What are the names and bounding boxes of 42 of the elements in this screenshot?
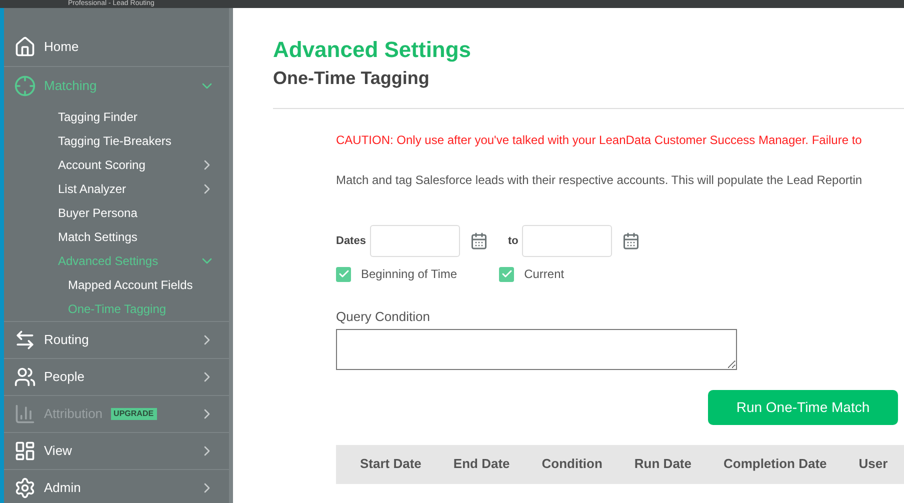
page-subtitle: One-Time Tagging	[273, 67, 430, 90]
sidebar-item[interactable]: View	[4, 433, 229, 469]
end-date-field[interactable]	[522, 225, 612, 257]
upgrade-badge: UPGRADE	[110, 408, 157, 420]
submenu-item[interactable]: Buyer Persona	[4, 201, 229, 225]
crosshair-icon	[14, 75, 36, 97]
column-header[interactable]: End Date	[453, 454, 510, 474]
column-header[interactable]: Condition	[542, 454, 602, 474]
settings-icon	[14, 477, 36, 499]
submenu-item[interactable]: Match Settings	[4, 225, 229, 249]
calendar-icon[interactable]	[470, 232, 488, 250]
sidebar-item[interactable]: Routing	[4, 322, 229, 358]
calendar-icon[interactable]	[622, 232, 640, 250]
layout-icon	[14, 440, 36, 462]
query-label: Query Condition	[336, 308, 431, 326]
checkbox-label: Beginning of Time	[361, 266, 458, 283]
checkbox[interactable]	[336, 266, 351, 282]
to-label: to	[508, 234, 518, 249]
query-field[interactable]	[336, 328, 737, 370]
description-text: Match and tag Salesforce leads with their respective accounts. This will populate the Lead Reportin	[336, 172, 864, 189]
column-header[interactable]: Run Date	[634, 454, 692, 474]
dates-label: Dates	[336, 234, 366, 249]
submenu-item[interactable]: List Analyzer	[4, 177, 229, 201]
page-title: Advanced Settings	[273, 36, 472, 64]
sidebar-item[interactable]: Home	[4, 28, 229, 66]
caution-text: CAUTION: Only use after you've talked with your LeanData Customer Success Manager. Failure to	[336, 132, 863, 149]
column-header[interactable]: Start Date	[360, 454, 422, 474]
home-icon	[14, 36, 36, 58]
column-header[interactable]: Completion Date	[723, 454, 827, 474]
submenu-item[interactable]: Tagging Finder	[4, 105, 229, 129]
checkbox[interactable]	[499, 266, 514, 282]
submenu-item[interactable]: Mapped Account Fields	[4, 273, 229, 297]
submenu-item[interactable]: Account Scoring	[4, 153, 229, 177]
people-icon	[14, 366, 36, 388]
checkbox-label: Current	[524, 266, 564, 283]
sidebar-item[interactable]: Admin	[4, 470, 229, 503]
submenu-item[interactable]: Tagging Tie-Breakers	[4, 129, 229, 153]
arrows-icon	[14, 329, 36, 351]
sidebar-item[interactable]: People	[4, 359, 229, 395]
column-header[interactable]: User	[858, 454, 888, 474]
bar-chart-icon	[14, 403, 36, 425]
start-date-field[interactable]	[370, 225, 460, 257]
